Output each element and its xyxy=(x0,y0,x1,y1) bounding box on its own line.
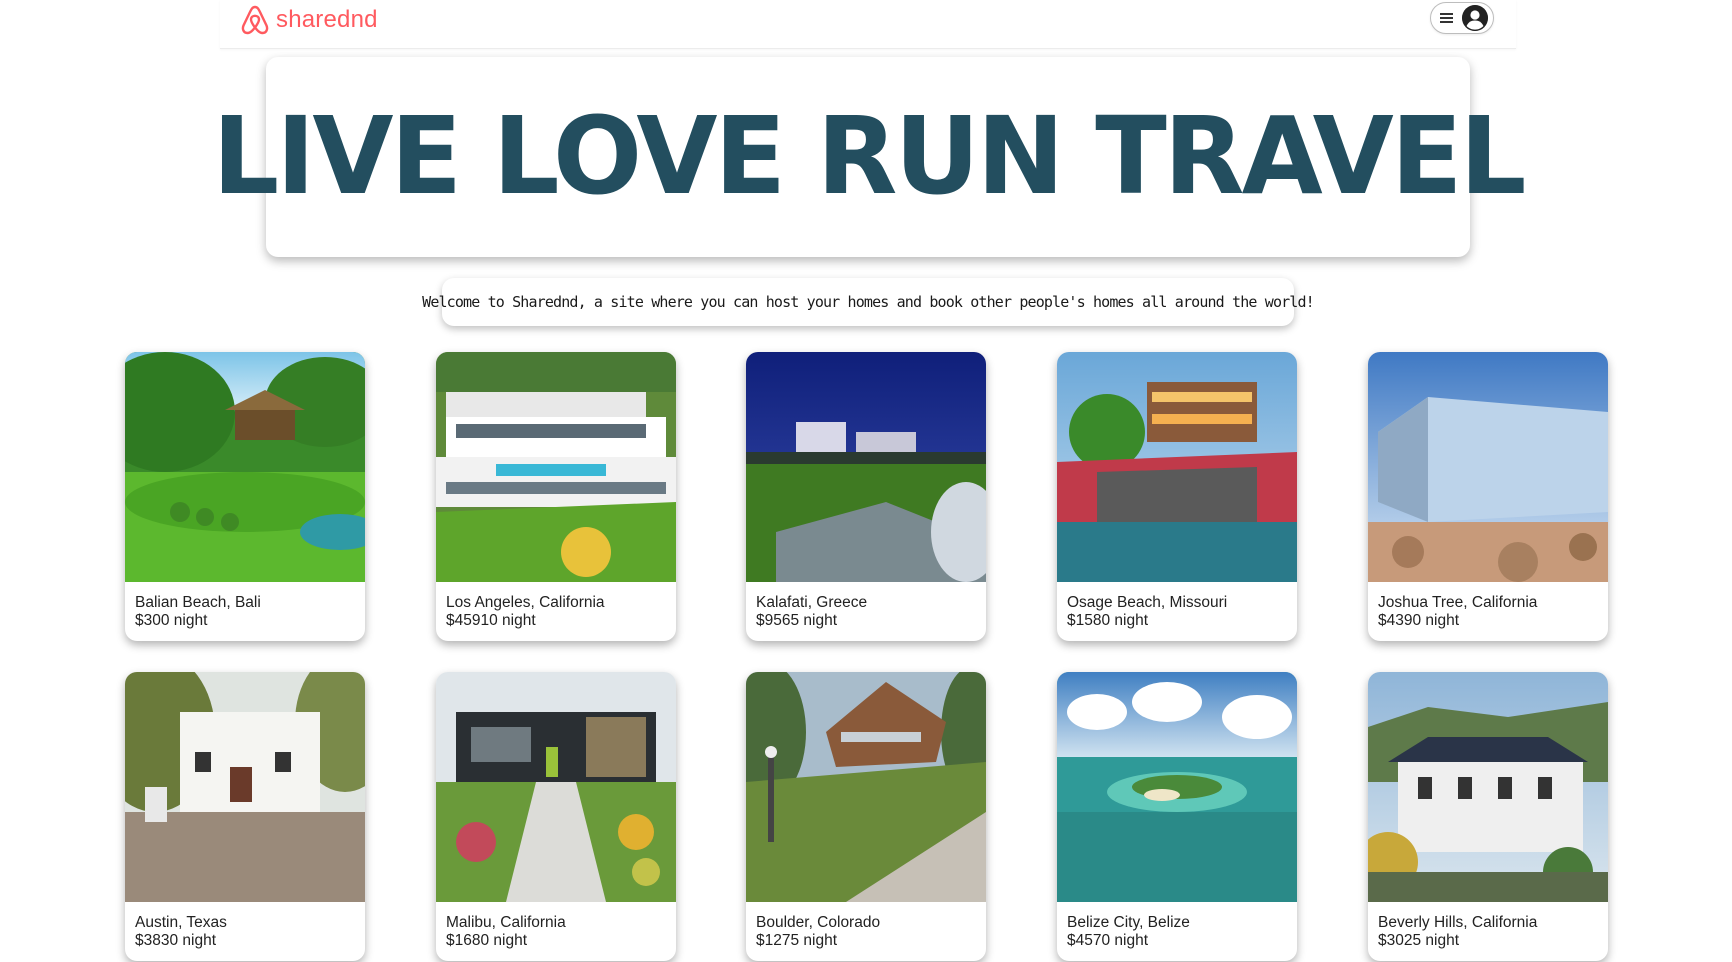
listing-photo[interactable] xyxy=(436,352,676,582)
listing-price: $4570 night xyxy=(1067,932,1149,949)
listing-card-belize-city[interactable]: Belize City, Belize $4570 night xyxy=(1057,672,1297,961)
listing-card-beverly-hills[interactable]: Beverly Hills, California $3025 night xyxy=(1368,672,1608,961)
listing-card-los-angeles[interactable]: Los Angeles, California $45910 night xyxy=(436,352,676,641)
listing-price: $4390 night xyxy=(1378,612,1460,629)
listing-card-balian-beach[interactable]: Balian Beach, Bali $300 night xyxy=(125,352,365,641)
listing-price: $9565 night xyxy=(756,612,838,629)
airbnb-logo-icon xyxy=(241,5,269,35)
listing-location: Beverly Hills, California xyxy=(1378,914,1538,931)
listing-photo[interactable] xyxy=(1368,672,1608,902)
listing-location: Los Angeles, California xyxy=(446,594,605,611)
listing-photo[interactable] xyxy=(1057,672,1297,902)
listing-photo[interactable] xyxy=(1368,352,1608,582)
welcome-message: Welcome to Sharednd, a site where you ca… xyxy=(422,278,1315,326)
listing-location: Boulder, Colorado xyxy=(756,914,881,931)
listing-photo[interactable] xyxy=(746,352,986,582)
brand-name: sharednd xyxy=(276,6,378,33)
hamburger-icon xyxy=(1440,11,1453,26)
listing-photo[interactable] xyxy=(125,352,365,582)
listing-price: $45910 night xyxy=(446,612,536,629)
listing-price: $3830 night xyxy=(135,932,217,949)
listing-card-malibu[interactable]: Malibu, California $1680 night xyxy=(436,672,676,961)
listing-price: $300 night xyxy=(135,612,208,629)
listing-location: Balian Beach, Bali xyxy=(135,594,261,611)
listing-card-kalafati[interactable]: Kalafati, Greece $9565 night xyxy=(746,352,986,641)
listing-photo[interactable] xyxy=(1057,352,1297,582)
listing-card-joshua-tree[interactable]: Joshua Tree, California $4390 night xyxy=(1368,352,1608,641)
listing-card-boulder[interactable]: Boulder, Colorado $1275 night xyxy=(746,672,986,961)
brand-logo[interactable]: sharednd xyxy=(240,3,378,37)
listing-location: Joshua Tree, California xyxy=(1378,594,1538,611)
welcome-text: Welcome to Sharednd, a site where you ca… xyxy=(422,293,1315,311)
listing-photo[interactable] xyxy=(125,672,365,902)
listing-card-osage-beach[interactable]: Osage Beach, Missouri $1580 night xyxy=(1057,352,1297,641)
listing-photo[interactable] xyxy=(746,672,986,902)
listing-price: $1680 night xyxy=(446,932,528,949)
user-avatar-icon xyxy=(1462,5,1488,31)
listing-location: Belize City, Belize xyxy=(1067,914,1190,931)
listing-location: Kalafati, Greece xyxy=(756,594,868,611)
listing-photo[interactable] xyxy=(436,672,676,902)
top-navbar: sharednd xyxy=(220,0,1516,49)
listing-price: $3025 night xyxy=(1378,932,1460,949)
listing-location: Malibu, California xyxy=(446,914,566,931)
listing-price: $1580 night xyxy=(1067,612,1149,629)
account-menu-button[interactable] xyxy=(1430,2,1494,34)
listing-location: Osage Beach, Missouri xyxy=(1067,594,1228,611)
hero-banner: LIVE LOVE RUN TRAVEL xyxy=(212,57,1526,257)
listing-card-austin[interactable]: Austin, Texas $3830 night xyxy=(125,672,365,961)
hero-title: LIVE LOVE RUN TRAVEL xyxy=(212,95,1526,219)
listing-price: $1275 night xyxy=(756,932,838,949)
listing-location: Austin, Texas xyxy=(135,914,227,931)
